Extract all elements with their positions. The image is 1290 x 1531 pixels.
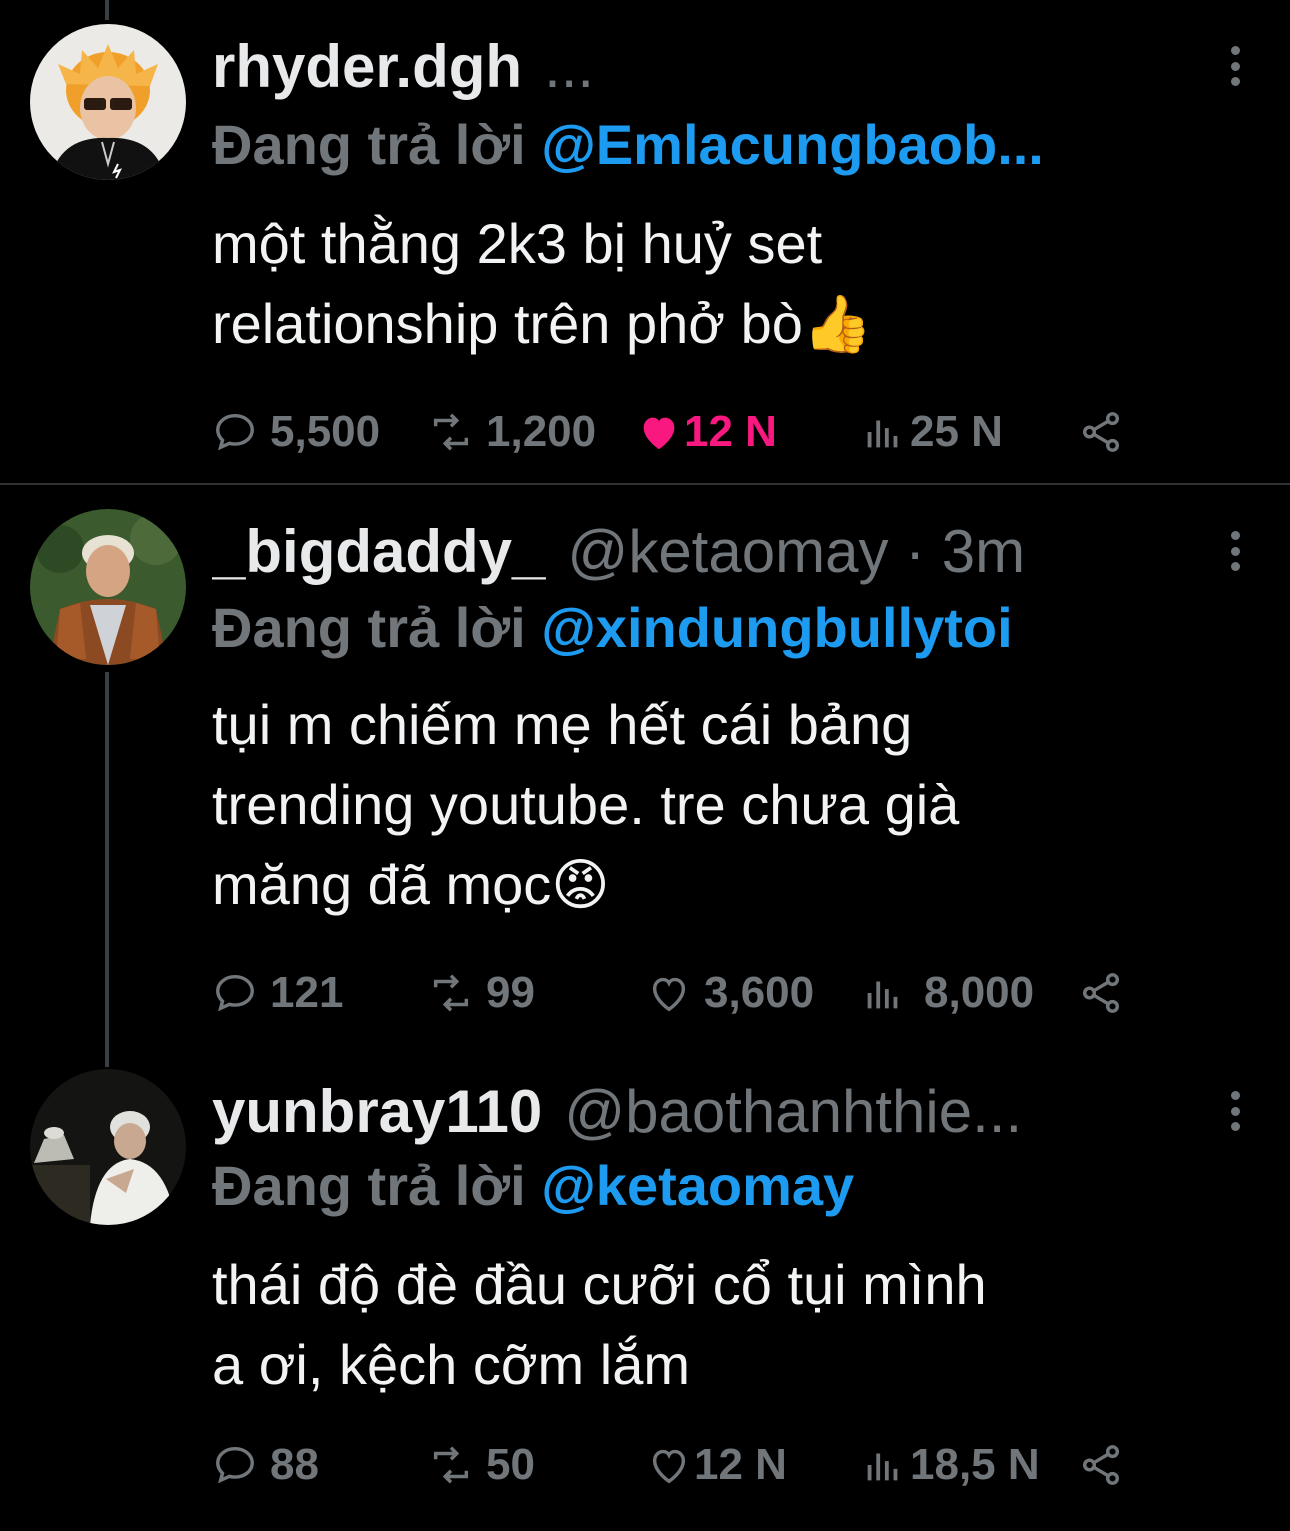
like-count: 12 N: [694, 1440, 787, 1489]
like-icon: [652, 977, 686, 1012]
tweet-text: thái độ đè đầu cưỡi cổ tụi mình a ơi, kệ…: [212, 1245, 1242, 1405]
avatar-image: [30, 24, 186, 180]
share-icon: [1082, 973, 1120, 1013]
tweet[interactable]: yunbray110 @baothanhthie... Đang trả lời…: [0, 1053, 1290, 1531]
like-button[interactable]: 12 N: [646, 1435, 787, 1495]
views-count: 8,000: [924, 968, 1035, 1017]
reply-button[interactable]: 121: [212, 963, 343, 1023]
display-name[interactable]: rhyder.dgh: [212, 32, 522, 102]
tweet-text-line: tụi m chiếm mẹ hết cái bảng: [212, 693, 913, 756]
tweet-text-line: trending youtube. tre chưa già: [212, 773, 960, 836]
tweet-text-line: relationship trên phở bò👍: [212, 292, 873, 355]
action-bar: 121 99 3,600 8,000: [212, 963, 1132, 1023]
more-icon[interactable]: [1230, 1091, 1240, 1131]
reply-count: 121: [270, 968, 344, 1017]
views-icon: [867, 420, 898, 448]
tweet-header: _bigdaddy_ @ketaomay · 3m: [212, 517, 1230, 587]
reply-mention[interactable]: @Emlacungbaob...: [541, 113, 1044, 176]
views-count: 25 N: [910, 407, 1003, 456]
tweet-text-line: a ơi, kệch cỡm lắm: [212, 1333, 690, 1396]
tweet-header: rhyder.dgh ...: [212, 32, 1230, 102]
share-icon: [1082, 1445, 1120, 1485]
views-button[interactable]: 8,000: [860, 963, 1034, 1023]
handle[interactable]: @baothanhthie...: [564, 1077, 1022, 1147]
tweet-text-line: một thằng 2k3 bị huỷ set: [212, 212, 823, 275]
views-icon: [867, 1453, 898, 1481]
reply-mention[interactable]: @xindungbullytoi: [541, 596, 1012, 659]
retweet-count: 1,200: [486, 407, 597, 456]
share-icon: [1082, 412, 1120, 452]
action-bar: 5,500 1,200 12 N 25 N: [212, 402, 1132, 462]
retweet-count: 50: [486, 1440, 535, 1489]
retweet-icon: [433, 974, 469, 1012]
avatar-image: [30, 1069, 186, 1225]
reply-context: Đang trả lời @ketaomay: [212, 1151, 1276, 1221]
like-count: 3,600: [704, 968, 815, 1017]
reply-button[interactable]: 5,500: [212, 402, 380, 462]
views-button[interactable]: 25 N: [860, 402, 1003, 462]
share-button[interactable]: [1078, 1435, 1136, 1495]
tweet-text: một thằng 2k3 bị huỷ set relationship tr…: [212, 204, 1242, 364]
tweet-text: tụi m chiếm mẹ hết cái bảng trending you…: [212, 685, 1242, 925]
tweet-text-line: thái độ đè đầu cưỡi cổ tụi mình: [212, 1253, 987, 1316]
like-button[interactable]: 3,600: [646, 963, 814, 1023]
like-icon: [643, 417, 675, 450]
reply-context: Đang trả lời @xindungbullytoi: [212, 593, 1276, 663]
views-count: 18,5 N: [910, 1440, 1040, 1489]
retweet-button[interactable]: 50: [428, 1435, 535, 1495]
tweet[interactable]: _bigdaddy_ @ketaomay · 3m Đang trả lời @…: [0, 485, 1290, 1053]
avatar[interactable]: [30, 24, 186, 180]
tweet[interactable]: rhyder.dgh ... Đang trả lời @Emlacungbao…: [0, 0, 1290, 483]
reply-count: 88: [270, 1440, 319, 1489]
display-name[interactable]: _bigdaddy_: [212, 517, 545, 587]
like-count: 12 N: [684, 407, 777, 456]
like-button[interactable]: 12 N: [636, 402, 777, 462]
reply-label: Đang trả lời: [212, 596, 526, 659]
reply-context: Đang trả lời @Emlacungbaob...: [212, 110, 1276, 180]
retweet-icon: [433, 413, 469, 451]
more-icon[interactable]: [1230, 531, 1240, 571]
avatar-image: [30, 509, 186, 665]
reply-icon: [216, 1446, 254, 1484]
display-name[interactable]: yunbray110: [212, 1077, 542, 1147]
reply-label: Đang trả lời: [212, 1154, 526, 1217]
avatar[interactable]: [30, 1069, 186, 1225]
tweet-text-line: măng đã mọc😡: [212, 853, 610, 916]
like-icon: [652, 1449, 686, 1484]
reply-mention[interactable]: @ketaomay: [541, 1154, 854, 1217]
reply-icon: [216, 413, 254, 451]
handle[interactable]: @ketaomay · 3m: [567, 517, 1025, 587]
reply-count: 5,500: [270, 407, 381, 456]
reply-icon: [216, 974, 254, 1012]
more-icon[interactable]: [1230, 46, 1240, 86]
reply-label: Đang trả lời: [212, 113, 526, 176]
views-button[interactable]: 18,5 N: [860, 1435, 1040, 1495]
reply-button[interactable]: 88: [212, 1435, 319, 1495]
retweet-count: 99: [486, 968, 535, 1017]
share-button[interactable]: [1078, 963, 1136, 1023]
handle[interactable]: ...: [544, 32, 594, 102]
share-button[interactable]: [1078, 402, 1136, 462]
action-bar: 88 50 12 N 18,5 N: [212, 1435, 1132, 1495]
retweet-icon: [433, 1446, 469, 1484]
tweet-header: yunbray110 @baothanhthie...: [212, 1077, 1230, 1147]
retweet-button[interactable]: 1,200: [428, 402, 596, 462]
retweet-button[interactable]: 99: [428, 963, 535, 1023]
views-icon: [867, 981, 898, 1009]
avatar[interactable]: [30, 509, 186, 665]
